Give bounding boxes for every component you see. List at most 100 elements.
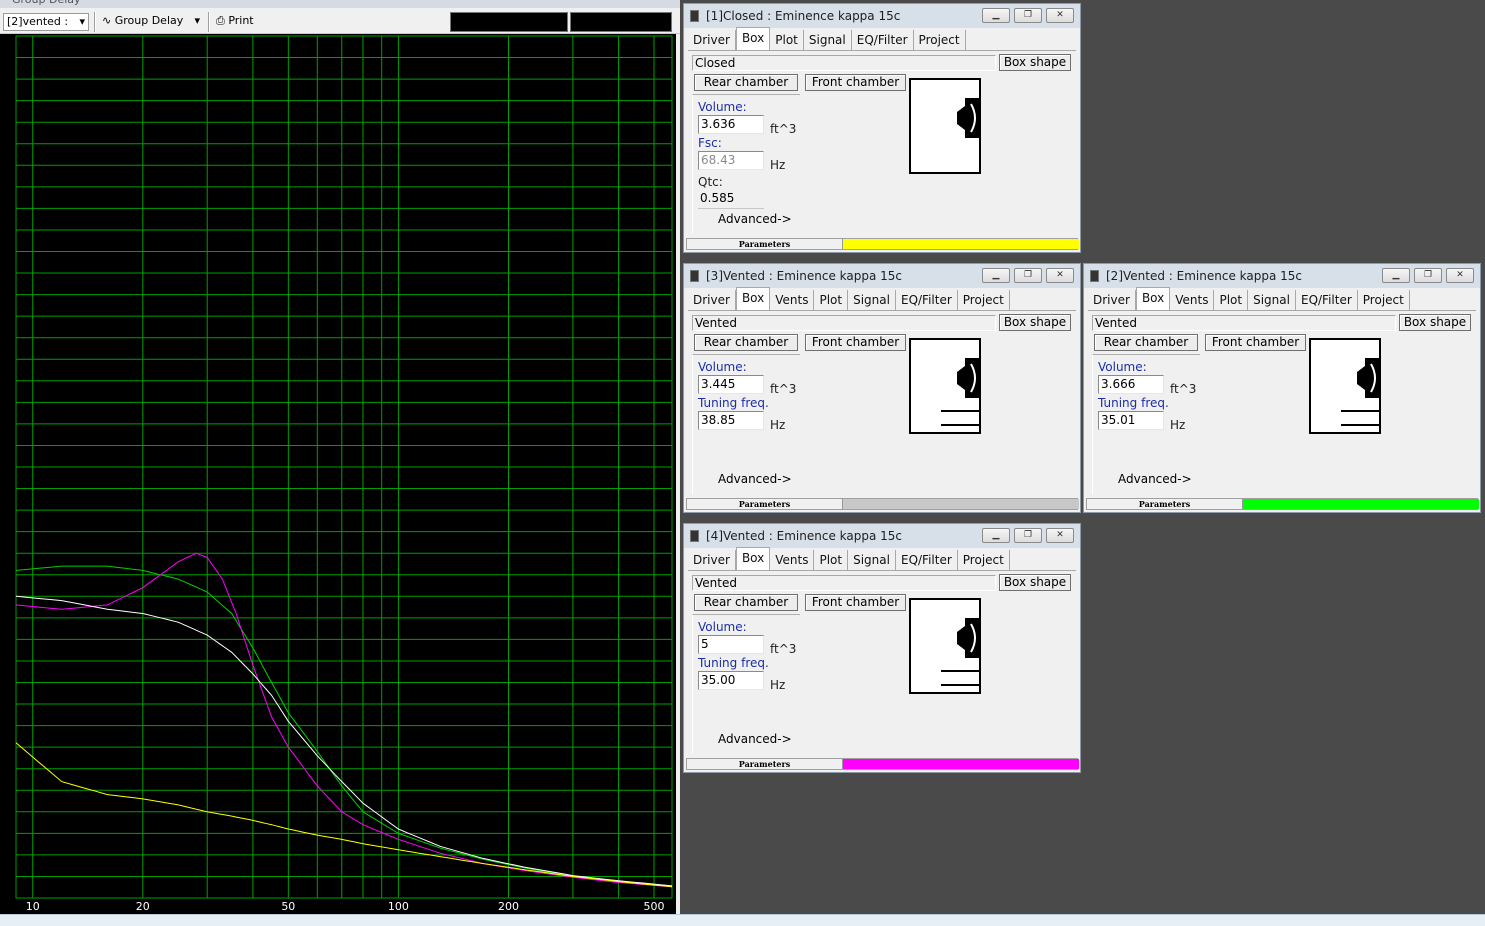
tab-plot[interactable]: Plot xyxy=(814,290,849,310)
tab-project[interactable]: Project xyxy=(958,290,1010,310)
toolbar-separator xyxy=(208,12,210,32)
box-window-vented-3: [3]Vented : Eminence kappa 15c ▁ ❐ ✕ Dri… xyxy=(683,263,1081,513)
graph-mode-button[interactable]: ∿ Group Delay ▾ xyxy=(102,13,204,31)
project-select-value: [2]vented : xyxy=(7,15,69,28)
restore-icon[interactable]: ❐ xyxy=(1014,528,1042,543)
print-button[interactable]: ⎙ Print xyxy=(216,13,276,31)
rear-chamber-button[interactable]: Rear chamber xyxy=(1094,334,1198,351)
tab-signal[interactable]: Signal xyxy=(848,290,896,310)
tab-eq-filter[interactable]: EQ/Filter xyxy=(1296,290,1358,310)
tab-project[interactable]: Project xyxy=(958,550,1010,570)
tab-plot[interactable]: Plot xyxy=(770,30,804,50)
volume-input[interactable]: 3.666 xyxy=(1098,375,1164,394)
box-type-field: Closed xyxy=(692,55,996,71)
box-shape-button[interactable]: Box shape xyxy=(999,314,1071,331)
tab-plot[interactable]: Plot xyxy=(1214,290,1249,310)
restore-icon[interactable]: ❐ xyxy=(1014,268,1042,283)
tab-box[interactable]: Box xyxy=(1135,287,1171,310)
close-icon[interactable]: ✕ xyxy=(1046,268,1074,283)
volume-input[interactable]: 3.445 xyxy=(698,375,764,394)
tab-eq-filter[interactable]: EQ/Filter xyxy=(896,290,958,310)
box-shape-diagram xyxy=(909,338,981,434)
tab-signal[interactable]: Signal xyxy=(804,30,852,50)
qtc-value: 0.585 xyxy=(698,190,764,209)
front-chamber-button[interactable]: Front chamber xyxy=(1205,334,1306,351)
tab-eq-filter[interactable]: EQ/Filter xyxy=(852,30,914,50)
tab-driver[interactable]: Driver xyxy=(688,290,736,310)
tab-signal[interactable]: Signal xyxy=(1248,290,1296,310)
speaker-icon xyxy=(957,618,979,658)
vent-port xyxy=(941,670,979,672)
tab-vents[interactable]: Vents xyxy=(770,290,815,310)
app-icon xyxy=(690,530,699,542)
minimize-icon[interactable]: ▁ xyxy=(1382,268,1410,283)
front-chamber-button[interactable]: Front chamber xyxy=(805,594,906,611)
advanced-link[interactable]: Advanced-> xyxy=(718,472,792,486)
advanced-link[interactable]: Advanced-> xyxy=(1118,472,1192,486)
horizontal-scrollbar[interactable] xyxy=(0,914,1485,926)
box-type-field: Vented xyxy=(692,315,996,331)
status-color-bar xyxy=(843,499,1079,509)
restore-icon[interactable]: ❐ xyxy=(1014,8,1042,23)
toolbar-separator xyxy=(94,12,96,32)
volume-label: Volume: xyxy=(698,360,747,374)
rear-chamber-button[interactable]: Rear chamber xyxy=(694,74,798,91)
tab-strip: Driver Box Vents Plot Signal EQ/Filter Project xyxy=(1088,287,1410,310)
rear-chamber-button[interactable]: Rear chamber xyxy=(694,334,798,351)
frequency-input[interactable]: 35.00 xyxy=(698,671,764,690)
tab-project[interactable]: Project xyxy=(914,30,966,50)
advanced-link[interactable]: Advanced-> xyxy=(718,212,792,226)
tab-driver[interactable]: Driver xyxy=(688,30,736,50)
frequency-input[interactable]: 35.01 xyxy=(1098,411,1164,430)
minimize-icon[interactable]: ▁ xyxy=(982,268,1010,283)
advanced-link[interactable]: Advanced-> xyxy=(718,732,792,746)
printer-icon: ⎙ xyxy=(216,14,225,27)
volume-input[interactable]: 3.636 xyxy=(698,115,764,134)
status-label: Parameters xyxy=(687,239,843,249)
tab-signal[interactable]: Signal xyxy=(848,550,896,570)
close-icon[interactable]: ✕ xyxy=(1446,268,1474,283)
box-shape-button[interactable]: Box shape xyxy=(999,574,1071,591)
status-bar: Parameters xyxy=(1086,498,1479,510)
tab-vents[interactable]: Vents xyxy=(1170,290,1215,310)
front-chamber-button[interactable]: Front chamber xyxy=(805,74,906,91)
tab-divider xyxy=(1088,310,1476,311)
group-delay-plot[interactable]: 10 20 50 100 200 500 xyxy=(0,34,676,914)
restore-icon[interactable]: ❐ xyxy=(1414,268,1442,283)
series-line-3 xyxy=(15,742,673,888)
tab-vents[interactable]: Vents xyxy=(770,550,815,570)
plot-svg: 10 20 50 100 200 500 xyxy=(15,35,673,913)
vent-port xyxy=(941,684,979,686)
frequency-input[interactable]: 68.43 xyxy=(698,151,764,170)
close-icon[interactable]: ✕ xyxy=(1046,8,1074,23)
volume-unit: ft^3 xyxy=(1170,382,1197,396)
print-label: Print xyxy=(228,14,254,27)
box-shape-button[interactable]: Box shape xyxy=(1399,314,1471,331)
frequency-label: Tuning freq. xyxy=(1098,396,1169,410)
close-icon[interactable]: ✕ xyxy=(1046,528,1074,543)
minimize-icon[interactable]: ▁ xyxy=(982,528,1010,543)
tab-divider xyxy=(688,310,1076,311)
tab-box[interactable]: Box xyxy=(735,547,771,570)
volume-input[interactable]: 5 xyxy=(698,635,764,654)
box-shape-button[interactable]: Box shape xyxy=(999,54,1071,71)
box-window-vented-2: [2]Vented : Eminence kappa 15c ▁ ❐ ✕ Dri… xyxy=(1083,263,1481,513)
app-icon xyxy=(690,270,699,282)
frequency-input[interactable]: 38.85 xyxy=(698,411,764,430)
graph-mode-label: Group Delay xyxy=(114,14,184,27)
tab-driver[interactable]: Driver xyxy=(1088,290,1136,310)
tab-plot[interactable]: Plot xyxy=(814,550,849,570)
volume-label: Volume: xyxy=(698,620,747,634)
front-chamber-button[interactable]: Front chamber xyxy=(805,334,906,351)
tab-project[interactable]: Project xyxy=(1358,290,1410,310)
minimize-icon[interactable]: ▁ xyxy=(982,8,1010,23)
tab-driver[interactable]: Driver xyxy=(688,550,736,570)
tab-eq-filter[interactable]: EQ/Filter xyxy=(896,550,958,570)
rear-chamber-button[interactable]: Rear chamber xyxy=(694,594,798,611)
frequency-unit: Hz xyxy=(770,678,786,692)
status-color-bar xyxy=(1243,499,1479,509)
tab-box[interactable]: Box xyxy=(735,27,771,50)
project-select[interactable]: [2]vented : ▾ xyxy=(3,13,89,31)
vent-port xyxy=(941,424,979,426)
tab-box[interactable]: Box xyxy=(735,287,771,310)
